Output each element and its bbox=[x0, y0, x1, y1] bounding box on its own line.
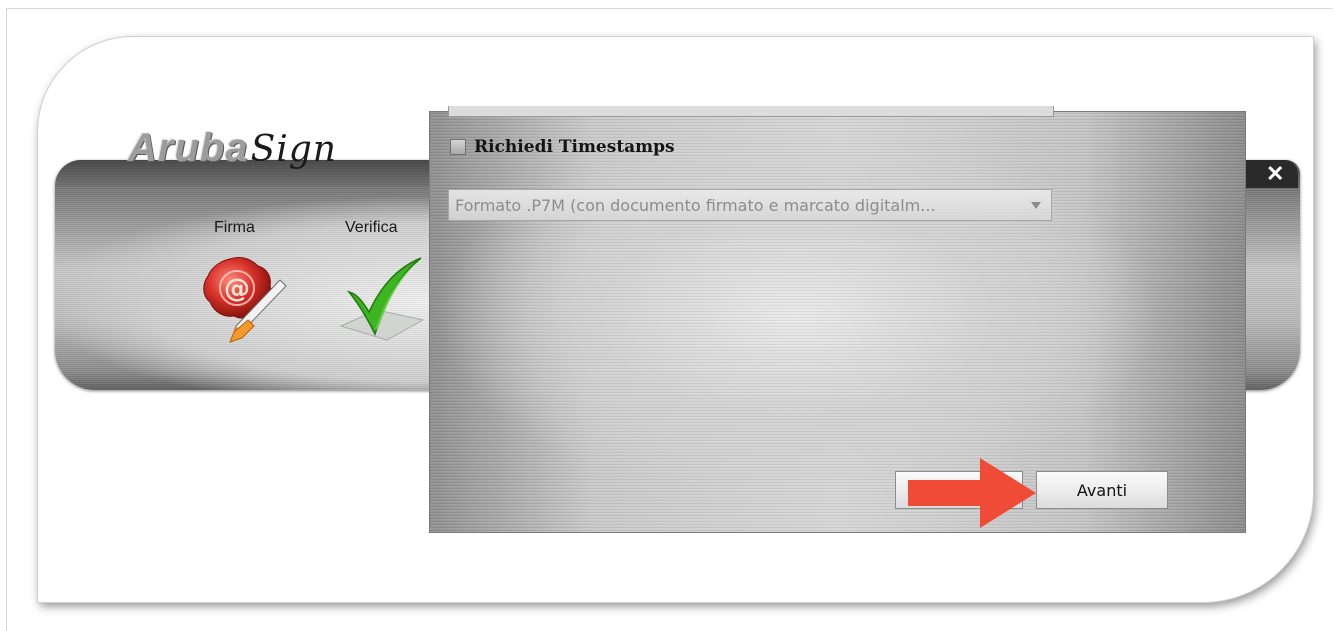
timestamp-label[interactable]: Richiedi Timestamps bbox=[474, 137, 675, 157]
timestamp-option[interactable]: Richiedi Timestamps bbox=[450, 136, 675, 158]
green-checkmark-icon[interactable] bbox=[335, 252, 427, 349]
close-icon[interactable]: ✕ bbox=[1266, 161, 1284, 187]
svg-text:@: @ bbox=[224, 274, 250, 304]
wax-seal-pen-icon[interactable]: @ bbox=[196, 254, 290, 351]
previous-field bbox=[448, 106, 1054, 117]
dropdown-arrow-icon[interactable] bbox=[1031, 201, 1041, 209]
tool-verifica-label[interactable]: Verifica bbox=[345, 219, 397, 237]
logo-sign: Sign bbox=[250, 129, 337, 170]
format-select[interactable]: Formato .P7M (con documento firmato e ma… bbox=[448, 189, 1052, 221]
arubasign-logo: ArubaSign bbox=[128, 126, 378, 174]
timestamp-checkbox[interactable] bbox=[450, 139, 466, 155]
logo-aruba: Aruba bbox=[128, 126, 249, 170]
tool-firma-label[interactable]: Firma bbox=[214, 219, 255, 237]
signature-options-dialog: Richiedi Timestamps Formato .P7M (con do… bbox=[430, 106, 1245, 532]
format-selected-value: Formato .P7M (con documento firmato e ma… bbox=[455, 195, 936, 215]
annotation-arrow-icon bbox=[908, 458, 1038, 533]
next-button[interactable]: Avanti bbox=[1036, 471, 1168, 509]
